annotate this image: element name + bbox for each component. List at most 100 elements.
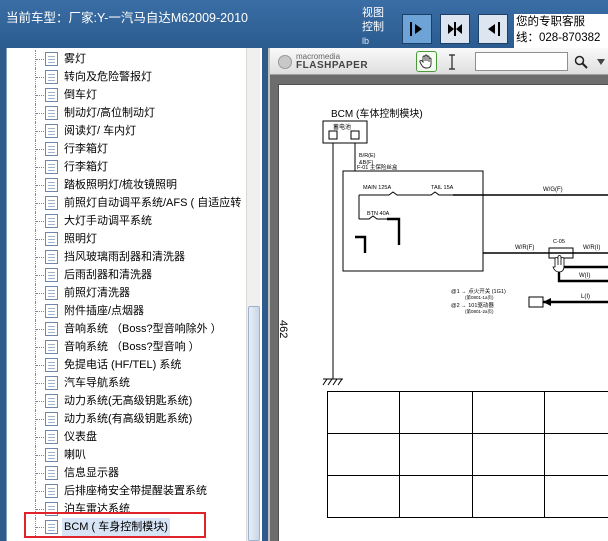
current-car-model: 当前车型：厂家:Y-一汽马自达M62009-2010 — [6, 11, 248, 25]
document-icon — [45, 412, 58, 426]
tree-item[interactable]: 阅读灯/ 车内灯 — [7, 122, 247, 140]
document-icon — [45, 232, 58, 246]
tree-guide-line — [35, 338, 44, 356]
tree-guide-line — [35, 356, 44, 374]
tree-item-label: 免提电话 (HF/TEL) 系统 — [64, 359, 182, 371]
tree-item[interactable]: 前照灯自动调平系统/AFS ( 自适应转 — [7, 194, 247, 212]
document-icon — [45, 358, 58, 372]
tree-guide-line — [35, 266, 44, 284]
tree-item[interactable]: 后排座椅安全带提醒装置系统 — [7, 482, 247, 500]
view-arrow-left-button[interactable] — [478, 14, 508, 44]
bcm-wiring-schematic: 蓄电池 B/R(E) &B(F) F-01 主保险丝盒 MAIN 125A TA… — [322, 120, 608, 386]
contact-line-1: 您的专职客服 — [516, 16, 585, 28]
tree-item-label: 制动灯/高位制动灯 — [64, 107, 156, 119]
document-icon — [45, 340, 58, 354]
tree-item-label: 踏板照明灯/梳妆镜照明 — [64, 179, 178, 191]
tree-item-label: 前照灯清洗器 — [64, 287, 130, 299]
tree-item-label: 音响系统 （Boss?型音响 ） — [64, 341, 200, 353]
tree-item[interactable]: 制动灯/高位制动灯 — [7, 104, 247, 122]
tree-item-label: 后排座椅安全带提醒装置系统 — [64, 485, 207, 497]
tree-item[interactable]: 行李箱灯 — [7, 158, 247, 176]
document-icon — [45, 430, 58, 444]
page-number: 462 — [277, 320, 289, 339]
driver-101-label: @2 → 101驱动器 — [451, 302, 494, 309]
tree-item-label: 动力系统(无高级钥匙系统) — [64, 395, 193, 407]
document-icon — [45, 70, 58, 84]
tree-item[interactable]: 音响系统 （Boss?型音响 ） — [7, 338, 247, 356]
table-cell — [326, 433, 401, 476]
tree-scroll-thumb[interactable] — [248, 306, 260, 541]
text-select-tool-button[interactable] — [446, 52, 458, 71]
table-cell — [543, 391, 608, 434]
tree-item-label: 信息显示器 — [64, 467, 119, 479]
tree-item[interactable]: 大灯手动调平系统 — [7, 212, 247, 230]
tree-item[interactable]: 免提电话 (HF/TEL) 系统 — [7, 356, 247, 374]
btn-output-wire — [387, 217, 401, 245]
tree-item[interactable]: 行李箱灯 — [7, 140, 247, 158]
tree-item[interactable]: 照明灯 — [7, 230, 247, 248]
hand-tool-button[interactable] — [416, 51, 437, 72]
tree-item[interactable]: BCM ( 车身控制模块) — [7, 518, 247, 536]
tree-item-label: 行李箱灯 — [64, 161, 108, 173]
document-icon — [45, 250, 58, 264]
table-cell — [471, 391, 545, 434]
table-cell — [471, 475, 545, 518]
document-icon — [45, 484, 58, 498]
tail-fuse-symbol — [417, 191, 453, 196]
tree-item[interactable]: 后雨刮器和清洗器 — [7, 266, 247, 284]
l-wire-arrow-icon — [543, 298, 551, 306]
tree-item-label: BCM ( 车身控制模块) — [62, 518, 170, 536]
tree-guide-line — [35, 482, 44, 500]
tree-item[interactable]: 泊车雷达系统 — [7, 500, 247, 518]
document-icon — [45, 286, 58, 300]
viewer-search-button[interactable] — [573, 52, 589, 71]
tree-item-label: 前照灯自动调平系统/AFS ( 自适应转 — [64, 197, 242, 209]
tree-list: 雾灯 转向及危险警报灯 倒车灯 制动灯/高位制动灯 阅读灯/ 车内灯 行李箱灯 行李箱灯 踏板… — [7, 50, 247, 536]
tree-item[interactable]: 倒车灯 — [7, 86, 247, 104]
tree-scrollbar[interactable] — [246, 48, 260, 541]
tree-item-label: 泊车雷达系统 — [64, 503, 130, 515]
tree-item-label: 雾灯 — [64, 53, 86, 65]
tree-item[interactable]: 动力系统(无高级钥匙系统) — [7, 392, 247, 410]
tree-guide-line — [35, 230, 44, 248]
table-cell — [326, 475, 401, 518]
tree-item[interactable]: 挡风玻璃雨刮器和清洗器 — [7, 248, 247, 266]
view-arrow-right-button[interactable] — [402, 14, 432, 44]
tree-item-label: 行李箱灯 — [64, 143, 108, 155]
connector-label: C-05 — [553, 239, 565, 245]
tree-item-label: 转向及危险警报灯 — [64, 71, 152, 83]
tree-item[interactable]: 前照灯清洗器 — [7, 284, 247, 302]
tree-item[interactable]: 汽车导航系统 — [7, 374, 247, 392]
tree-item[interactable]: 喇叭 — [7, 446, 247, 464]
tree-item-label: 附件插座/点烟器 — [64, 305, 145, 317]
tree-item[interactable]: 踏板照明灯/梳妆镜照明 — [7, 176, 247, 194]
document-page: 462 BCM (车体控制模块) 蓄电池 B/R(E) &B(F) F-01 主… — [277, 84, 608, 541]
tree-item[interactable]: 音响系统 （Boss?型音响除外 ） — [7, 320, 247, 338]
tree-guide-line — [35, 104, 44, 122]
tree-item[interactable]: 信息显示器 — [7, 464, 247, 482]
ground-icon — [322, 378, 343, 386]
tree-guide-line — [35, 284, 44, 302]
tree-item-label: 后雨刮器和清洗器 — [64, 269, 152, 281]
table-row — [326, 433, 608, 476]
wire-label-l: L(I) — [581, 294, 590, 300]
tree-guide-line — [35, 500, 44, 518]
tree-item[interactable]: 动力系统(有高级钥匙系统) — [7, 410, 247, 428]
viewer-search-input[interactable] — [475, 52, 568, 71]
tree-guide-line — [35, 410, 44, 428]
document-icon — [45, 142, 58, 156]
view-split-button[interactable] — [440, 14, 470, 44]
tree-item[interactable]: 转向及危险警报灯 — [7, 68, 247, 86]
tree-item[interactable]: 仪表盘 — [7, 428, 247, 446]
wire-label-wrf: W/R(F) — [515, 245, 534, 251]
tree-item-label: 挡风玻璃雨刮器和清洗器 — [64, 251, 185, 263]
document-icon — [45, 178, 58, 192]
tree-guide-line — [35, 464, 44, 482]
tree-item[interactable]: 雾灯 — [7, 50, 247, 68]
toolbar-menu-arrow-icon[interactable] — [596, 57, 606, 67]
view-control-suffix: lb — [362, 36, 370, 46]
tree-guide-line — [35, 446, 44, 464]
document-icon — [45, 322, 58, 336]
wire-label-wgf: W/G(F) — [543, 187, 563, 193]
tree-item[interactable]: 附件插座/点烟器 — [7, 302, 247, 320]
